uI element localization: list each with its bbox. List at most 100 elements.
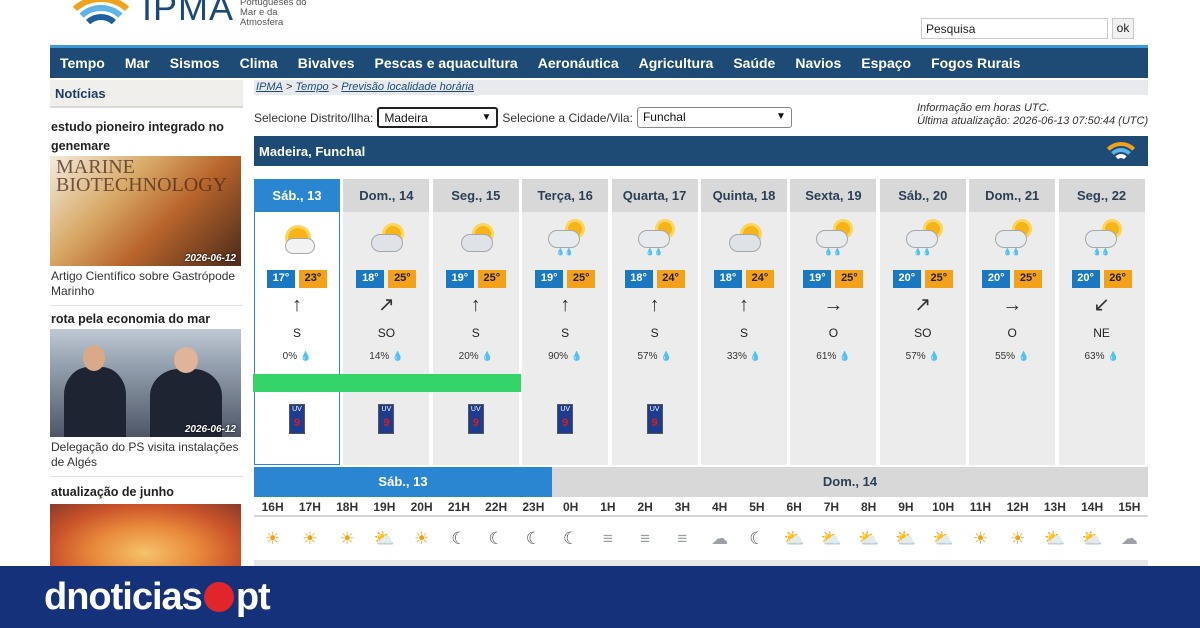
wind-direction-icon: ↑ (292, 294, 302, 316)
news-caption[interactable]: Delegação do PS visita instalações de Al… (50, 437, 243, 477)
news-image[interactable] (50, 504, 241, 566)
precipitation-value: 57% (637, 351, 658, 362)
site-header: IPMA Portuguêses do Mar e da Atmosfera P… (0, 0, 1200, 44)
hourly-day-headers: Sáb., 13 Dom., 14 (254, 467, 1148, 497)
nav-item-tempo[interactable]: Tempo (60, 55, 105, 71)
hour-label: 18H (336, 500, 359, 514)
day-card[interactable]: Terça, 16 💧💧 19° 25° ↑ S 90% 💧 UV 9 (522, 179, 609, 465)
raindrop-icon: 💧 (749, 351, 762, 361)
hourly-weather-icon: ⛅ (895, 529, 917, 548)
temperature-range: 20° 26° (1059, 270, 1145, 288)
raindrop-icon: 💧 (839, 351, 851, 361)
news-item[interactable]: atualização de junho (50, 477, 243, 566)
nav-item-pescas-e-aquacultura[interactable]: Pescas e aquacultura (375, 55, 518, 71)
wind-direction-icon: → (823, 294, 844, 316)
hourly-day-tab-1[interactable]: Sáb., 13 (254, 467, 552, 497)
breadcrumb-ipma[interactable]: IPMA (256, 81, 283, 93)
news-image[interactable]: MARINE BIOTECHNOLOGY 2026-06-12 (50, 156, 241, 266)
hourly-weather-icon: ≡ (677, 529, 688, 548)
nav-item-agricultura[interactable]: Agricultura (639, 55, 714, 71)
max-temp: 24° (656, 270, 685, 288)
hourly-weather-icon: ≡ (602, 529, 613, 548)
temperature-range: 19° 25° (433, 270, 519, 288)
breadcrumb-previsao[interactable]: Previsão localidade horária (341, 81, 474, 93)
city-select[interactable]: Funchal ▼ (636, 107, 792, 128)
raindrop-icon: 💧 (481, 351, 493, 361)
day-label[interactable]: Seg., 22 (1058, 179, 1145, 212)
day-label[interactable]: Dom., 21 (969, 179, 1056, 212)
hour-label: 2H (637, 500, 653, 514)
day-label[interactable]: Dom., 14 (343, 179, 430, 212)
logo-subtitle: Portuguêses do Mar e da Atmosfera (240, 0, 307, 28)
search-button[interactable]: ok (1112, 18, 1134, 39)
search-input[interactable]: Pesquisa (921, 18, 1108, 39)
news-image[interactable]: 2026-06-12 (50, 329, 241, 437)
ipma-arcs-icon (1099, 140, 1143, 164)
news-date: 2026-06-12 (184, 424, 236, 435)
day-label[interactable]: Sáb., 13 (255, 179, 339, 212)
nav-item-fogos-rurais[interactable]: Fogos Rurais (931, 55, 1020, 71)
day-label[interactable]: Quinta, 18 (701, 179, 787, 212)
news-title[interactable]: atualização de junho (50, 483, 243, 502)
logo-name: IPMA (142, 0, 235, 28)
district-select[interactable]: Madeira ▼ (377, 107, 499, 128)
red-dot-icon (203, 582, 234, 612)
weather-sun-cloud-grey-icon (433, 212, 519, 268)
uv-index-icon: UV 9 (467, 404, 484, 434)
news-title[interactable]: rota pela economia do mar (50, 310, 243, 329)
hour-label: 16H (261, 500, 284, 514)
news-item[interactable]: estudo pioneiro integrado no genemare MA… (50, 108, 243, 306)
nav-item-navios[interactable]: Navios (795, 55, 841, 71)
raindrop-icon: 💧 (392, 351, 404, 361)
nav-item-bivalves[interactable]: Bivalves (298, 55, 355, 71)
warning-level-bar (253, 374, 341, 392)
hour-label: 22H (485, 500, 508, 514)
hourly-day-tab-2[interactable]: Dom., 14 (552, 467, 1148, 497)
weather-sun-cloud-icon (255, 212, 339, 268)
day-card[interactable]: Sáb., 13 17° 23° ↑ S 0% 💧 UV 9 (253, 179, 341, 465)
weather-rain-icon: 💧💧 (790, 212, 876, 268)
hourly-weather-icon: ☁ (711, 529, 729, 548)
warning-level-bar (341, 374, 432, 392)
nav-item-mar[interactable]: Mar (125, 55, 150, 71)
location-selectors: Selecione Distrito/Ilha: Madeira ▼ Seleci… (254, 107, 796, 128)
day-card[interactable]: Quinta, 18 18° 24° ↑ S 33% 💧 (701, 179, 787, 465)
hourly-weather-icon: ⛅ (820, 529, 842, 548)
news-title[interactable]: estudo pioneiro integrado no genemare (50, 118, 243, 156)
news-date: 2026-06-12 (184, 253, 236, 264)
wind-direction-icon: → (1002, 294, 1023, 316)
day-card[interactable]: Dom., 14 18° 25° ↗ SO 14% 💧 UV 9 (341, 179, 432, 465)
nav-item-aeron-utica[interactable]: Aeronáutica (538, 55, 619, 71)
day-card[interactable]: Quarta, 17 💧💧 18° 24° ↑ S 57% 💧 UV 9 (611, 179, 698, 465)
hourly-weather-icon: ☁ (1120, 529, 1138, 548)
location-title-bar: Madeira, Funchal (254, 136, 1148, 166)
day-label[interactable]: Quarta, 17 (611, 179, 698, 212)
day-card[interactable]: Dom., 21 💧💧 20° 25° → O 55% 💧 (969, 179, 1056, 465)
nav-item-sa-de[interactable]: Saúde (733, 55, 775, 71)
day-card[interactable]: Sáb., 20 💧💧 20° 25° ↗ SO 57% 💧 (879, 179, 966, 465)
nav-item-clima[interactable]: Clima (240, 55, 278, 71)
day-label[interactable]: Seg., 15 (432, 179, 519, 212)
dnoticias-logo: dnoticias pt (44, 576, 271, 618)
news-item[interactable]: rota pela economia do mar 2026-06-12 Del… (50, 306, 243, 477)
temperature-range: 20° 25° (969, 270, 1055, 288)
hourly-weather-icon: ⛅ (932, 529, 954, 548)
day-card[interactable]: Seg., 22 💧💧 20° 26° ↙ NE 63% 💧 (1058, 179, 1145, 465)
nav-item-espa-o[interactable]: Espaço (861, 55, 911, 71)
ipma-logo[interactable]: IPMA Portuguêses do Mar e da Atmosfera (62, 0, 310, 30)
chevron-down-icon: ▼ (776, 111, 786, 122)
hourly-weather-icon: ☀ (1010, 529, 1026, 548)
news-caption[interactable]: Artigo Científico sobre Gastrópode Marin… (50, 266, 243, 306)
precipitation-value: 90% (548, 351, 569, 362)
day-label[interactable]: Terça, 16 (522, 179, 609, 212)
day-card[interactable]: Seg., 15 19° 25° ↑ S 20% 💧 UV 9 (430, 179, 521, 465)
day-label[interactable]: Sexta, 19 (790, 179, 877, 212)
nav-item-sismos[interactable]: Sismos (170, 55, 220, 71)
breadcrumb-tempo[interactable]: Tempo (295, 81, 328, 93)
day-label[interactable]: Sáb., 20 (879, 179, 966, 212)
utc-note: Informação em horas UTC. (917, 102, 1050, 114)
precipitation: 33% 💧 (701, 344, 787, 372)
precipitation: 20% 💧 (433, 344, 519, 372)
wind-direction: S (471, 326, 480, 340)
day-card[interactable]: Sexta, 19 💧💧 19° 25° → O 61% 💧 (790, 179, 877, 465)
